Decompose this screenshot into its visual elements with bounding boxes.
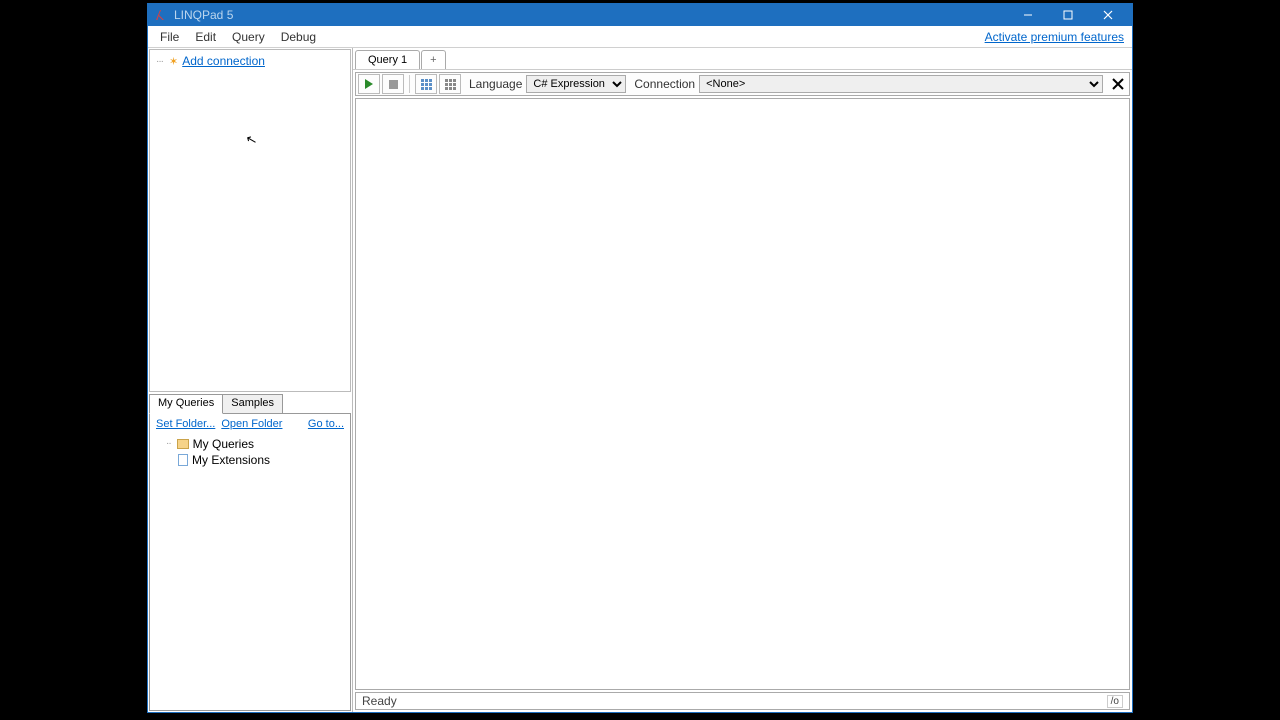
close-button[interactable] xyxy=(1088,5,1128,25)
titlebar: LINQPad 5 xyxy=(148,4,1132,26)
star-icon: ✶ xyxy=(169,55,178,68)
tree-dots-icon: ··· xyxy=(156,56,163,67)
add-connection-row[interactable]: ··· ✶ Add connection xyxy=(156,54,344,68)
connection-label: Connection xyxy=(634,77,695,91)
run-button[interactable] xyxy=(358,74,380,94)
folder-links-row: Set Folder... Open Folder Go to... xyxy=(156,418,344,430)
query-tabs: Query 1 + xyxy=(353,48,1132,70)
mouse-cursor-icon: ↖ xyxy=(244,131,259,149)
tree-label: My Extensions xyxy=(192,453,270,467)
connections-panel: ··· ✶ Add connection ↖ xyxy=(149,49,351,392)
stop-button[interactable] xyxy=(382,74,404,94)
tree-dots-icon: ·· xyxy=(166,438,171,449)
activate-premium-link[interactable]: Activate premium features xyxy=(985,30,1128,44)
right-column: Query 1 + xyxy=(353,48,1132,712)
open-folder-link[interactable]: Open Folder xyxy=(221,418,282,430)
menu-debug[interactable]: Debug xyxy=(273,28,324,46)
menu-file[interactable]: File xyxy=(152,28,187,46)
statusbar: Ready /o xyxy=(355,692,1130,710)
play-icon xyxy=(365,79,373,89)
left-column: ··· ✶ Add connection ↖ My Queries Sample… xyxy=(148,48,353,712)
app-window: LINQPad 5 File Edit Query Debug Activate… xyxy=(147,3,1133,713)
go-to-link[interactable]: Go to... xyxy=(308,418,344,430)
window-buttons xyxy=(1008,5,1128,25)
menubar: File Edit Query Debug Activate premium f… xyxy=(148,26,1132,48)
tab-samples[interactable]: Samples xyxy=(222,394,283,414)
sidebar-tab-content: Set Folder... Open Folder Go to... ·· My… xyxy=(149,413,351,711)
menu-edit[interactable]: Edit xyxy=(187,28,224,46)
menu-query[interactable]: Query xyxy=(224,28,273,46)
query-tab-1[interactable]: Query 1 xyxy=(355,50,420,69)
results-list-button[interactable] xyxy=(415,74,437,94)
queries-panel: My Queries Samples Set Folder... Open Fo… xyxy=(149,394,351,711)
tree-label: My Queries xyxy=(193,437,254,451)
app-icon xyxy=(152,7,168,23)
list-view-icon xyxy=(421,79,432,90)
status-right: /o xyxy=(1107,695,1123,708)
close-query-button[interactable] xyxy=(1109,75,1127,93)
main-body: ··· ✶ Add connection ↖ My Queries Sample… xyxy=(148,48,1132,712)
toolbar: Language C# Expression Connection <None> xyxy=(355,72,1130,96)
window-title: LINQPad 5 xyxy=(174,8,1008,22)
maximize-button[interactable] xyxy=(1048,5,1088,25)
results-grid-button[interactable] xyxy=(439,74,461,94)
connection-select[interactable]: <None> xyxy=(699,75,1103,93)
language-select[interactable]: C# Expression xyxy=(526,75,626,93)
add-connection-link[interactable]: Add connection xyxy=(182,54,265,68)
grid-view-icon xyxy=(445,79,456,90)
tab-my-queries[interactable]: My Queries xyxy=(149,394,223,414)
language-label: Language xyxy=(469,77,522,91)
tree-my-queries[interactable]: ·· My Queries xyxy=(156,436,344,452)
separator xyxy=(409,75,410,93)
status-text: Ready xyxy=(362,694,397,708)
query-editor[interactable] xyxy=(355,98,1130,690)
new-query-tab[interactable]: + xyxy=(421,50,445,69)
stop-icon xyxy=(389,80,398,89)
set-folder-link[interactable]: Set Folder... xyxy=(156,418,215,430)
tree-my-extensions[interactable]: My Extensions xyxy=(156,452,344,468)
minimize-button[interactable] xyxy=(1008,5,1048,25)
sidebar-tabs: My Queries Samples xyxy=(149,394,351,414)
folder-icon xyxy=(177,439,189,449)
file-icon xyxy=(178,454,188,466)
